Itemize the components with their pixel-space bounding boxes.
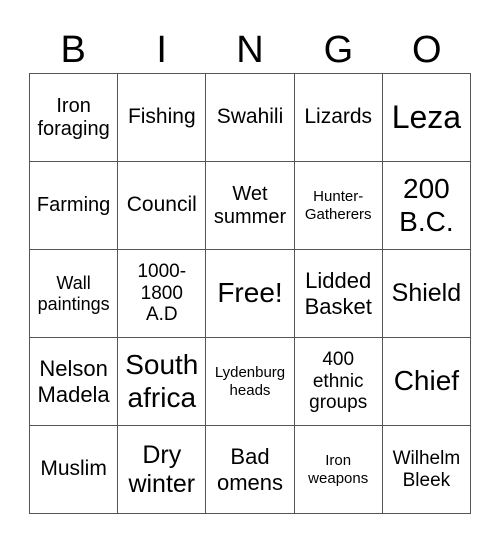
bingo-cell[interactable]: Lidded Basket xyxy=(294,250,383,338)
bingo-cell[interactable]: South africa xyxy=(118,338,207,426)
bingo-cell[interactable]: 400 ethnic groups xyxy=(294,338,383,426)
bingo-cell[interactable]: Iron foraging xyxy=(30,74,119,162)
bingo-grid: Iron foraging Fishing Swahili Lizards Le… xyxy=(29,73,471,514)
header-letter-b: B xyxy=(60,29,86,71)
bingo-cell[interactable]: Dry winter xyxy=(118,426,207,514)
bingo-cell[interactable]: 1000- 1800 A.D xyxy=(118,250,207,338)
header-letter-i: I xyxy=(156,29,167,71)
header-letter-g: G xyxy=(323,29,354,71)
header-letter-o: O xyxy=(412,29,442,71)
bingo-cell[interactable]: Chief xyxy=(382,338,471,426)
bingo-cell[interactable]: 200 B.C. xyxy=(382,162,471,250)
header-letter-n: N xyxy=(236,29,264,71)
bingo-cell[interactable]: Fishing xyxy=(118,74,207,162)
bingo-header: B I N G O xyxy=(29,28,471,72)
free-space-cell[interactable]: Free! xyxy=(206,250,295,338)
bingo-cell[interactable]: Nelson Madela xyxy=(30,338,119,426)
bingo-cell[interactable]: Bad omens xyxy=(206,426,295,514)
bingo-cell[interactable]: Leza xyxy=(382,74,471,162)
bingo-cell[interactable]: Swahili xyxy=(206,74,295,162)
bingo-cell[interactable]: Shield xyxy=(382,250,471,338)
bingo-cell[interactable]: Iron weapons xyxy=(294,426,383,514)
bingo-cell[interactable]: Council xyxy=(118,162,207,250)
bingo-cell[interactable]: Lydenburg heads xyxy=(206,338,295,426)
bingo-cell[interactable]: Wilhelm Bleek xyxy=(382,426,471,514)
bingo-cell[interactable]: Muslim xyxy=(30,426,119,514)
bingo-cell[interactable]: Wet summer xyxy=(206,162,295,250)
bingo-cell[interactable]: Wall paintings xyxy=(30,250,119,338)
bingo-cell[interactable]: Farming xyxy=(30,162,119,250)
bingo-cell[interactable]: Hunter- Gatherers xyxy=(294,162,383,250)
bingo-cell[interactable]: Lizards xyxy=(294,74,383,162)
